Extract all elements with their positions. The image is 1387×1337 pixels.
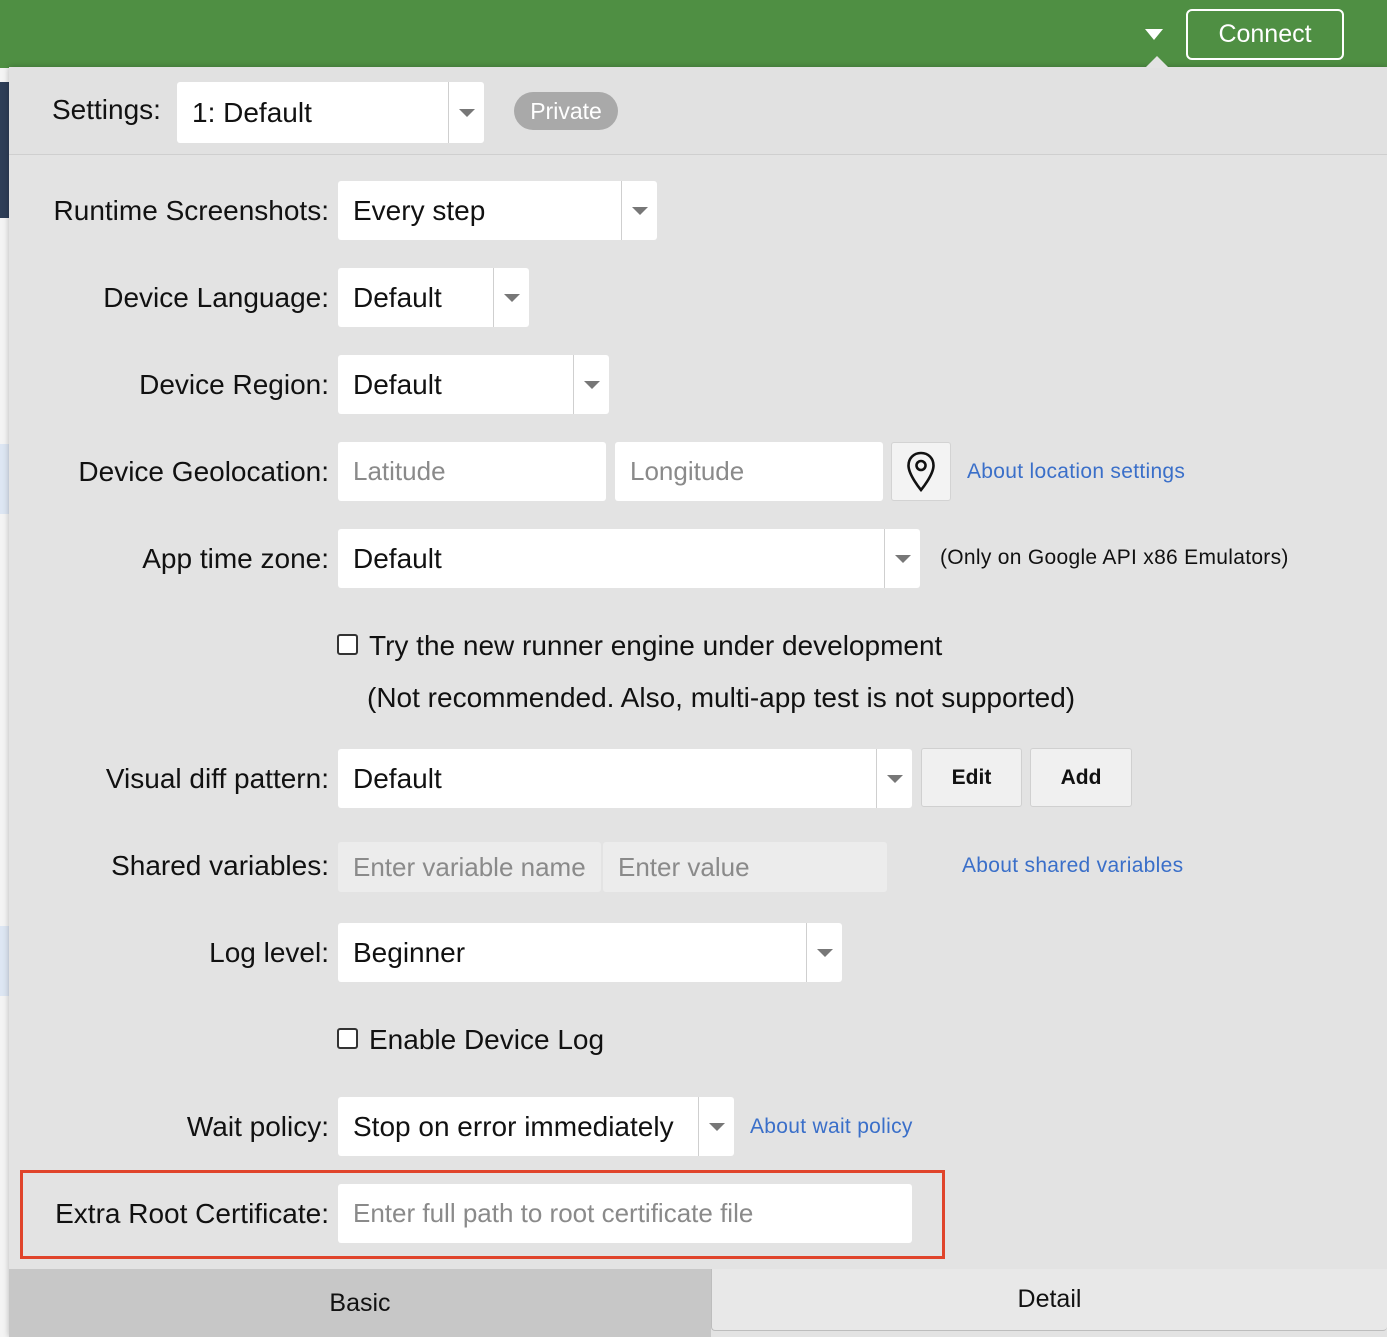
variable-value-input[interactable]: Enter value (603, 842, 887, 892)
chevron-down-icon (806, 923, 842, 982)
extra-root-certificate-label: Extra Root Certificate: (55, 1198, 329, 1229)
device-region-label: Device Region: (139, 369, 329, 400)
device-language-select[interactable]: Default (338, 268, 529, 327)
add-button[interactable]: Add (1030, 748, 1132, 807)
runtime-screenshots-label: Runtime Screenshots: (53, 195, 329, 226)
new-runner-note: (Not recommended. Also, multi-app test i… (367, 682, 1076, 713)
private-badge: Private (514, 92, 618, 130)
new-runner-label: Try the new runner engine under developm… (369, 630, 943, 661)
about-wait-policy-link[interactable]: About wait policy (750, 1115, 913, 1139)
top-bar: Connect (0, 0, 1387, 68)
time-zone-note: (Only on Google API x86 Emulators) (940, 546, 1289, 569)
wait-policy-label: Wait policy: (186, 1111, 329, 1142)
settings-label: Settings: (52, 94, 161, 125)
device-language-label: Device Language: (103, 282, 329, 313)
device-language-value: Default (353, 282, 442, 313)
new-runner-checkbox[interactable] (337, 634, 358, 655)
visual-diff-value: Default (353, 763, 442, 794)
device-region-select[interactable]: Default (338, 355, 609, 414)
visual-diff-select[interactable]: Default (338, 749, 912, 808)
app-time-zone-label: App time zone: (142, 543, 329, 574)
tab-detail[interactable]: Detail (711, 1269, 1387, 1331)
longitude-input[interactable]: Longitude (615, 442, 883, 501)
app-time-zone-value: Default (353, 543, 442, 574)
shared-variables-label: Shared variables: (111, 850, 329, 881)
about-shared-variables-link[interactable]: About shared variables (962, 854, 1183, 878)
settings-select[interactable]: 1: Default (177, 82, 484, 143)
visual-diff-label: Visual diff pattern: (105, 763, 329, 794)
device-log-label: Enable Device Log (369, 1024, 605, 1055)
log-level-select[interactable]: Beginner (338, 923, 842, 982)
location-pin-button[interactable] (891, 442, 951, 501)
edit-button[interactable]: Edit (921, 748, 1022, 807)
device-log-checkbox[interactable] (337, 1028, 358, 1049)
runtime-screenshots-select[interactable]: Every step (338, 181, 657, 240)
popover-notch (1145, 56, 1169, 68)
chevron-down-icon (573, 355, 609, 414)
latitude-input[interactable]: Latitude (338, 442, 606, 501)
log-level-value: Beginner (353, 937, 466, 968)
log-level-label: Log level: (209, 937, 329, 968)
tab-basic[interactable]: Basic (9, 1269, 711, 1337)
app-time-zone-select[interactable]: Default (338, 529, 920, 588)
variable-name-input[interactable]: Enter variable name (338, 842, 601, 892)
connect-button[interactable]: Connect (1186, 9, 1344, 60)
wait-policy-select[interactable]: Stop on error immediately (338, 1097, 734, 1156)
root-certificate-input[interactable]: Enter full path to root certificate file (338, 1184, 912, 1243)
chevron-down-icon (876, 749, 912, 808)
chevron-down-icon (884, 529, 920, 588)
device-region-value: Default (353, 369, 442, 400)
dropdown-caret-icon[interactable] (1145, 29, 1163, 40)
chevron-down-icon (698, 1097, 734, 1156)
wait-policy-value: Stop on error immediately (353, 1111, 674, 1142)
about-location-settings-link[interactable]: About location settings (967, 460, 1185, 484)
chevron-down-icon (621, 181, 657, 240)
chevron-down-icon (493, 268, 529, 327)
map-pin-icon (907, 451, 935, 492)
device-geolocation-label: Device Geolocation: (78, 456, 329, 487)
runtime-screenshots-value: Every step (353, 195, 486, 226)
settings-select-value: 1: Default (192, 97, 312, 128)
chevron-down-icon (448, 82, 484, 143)
